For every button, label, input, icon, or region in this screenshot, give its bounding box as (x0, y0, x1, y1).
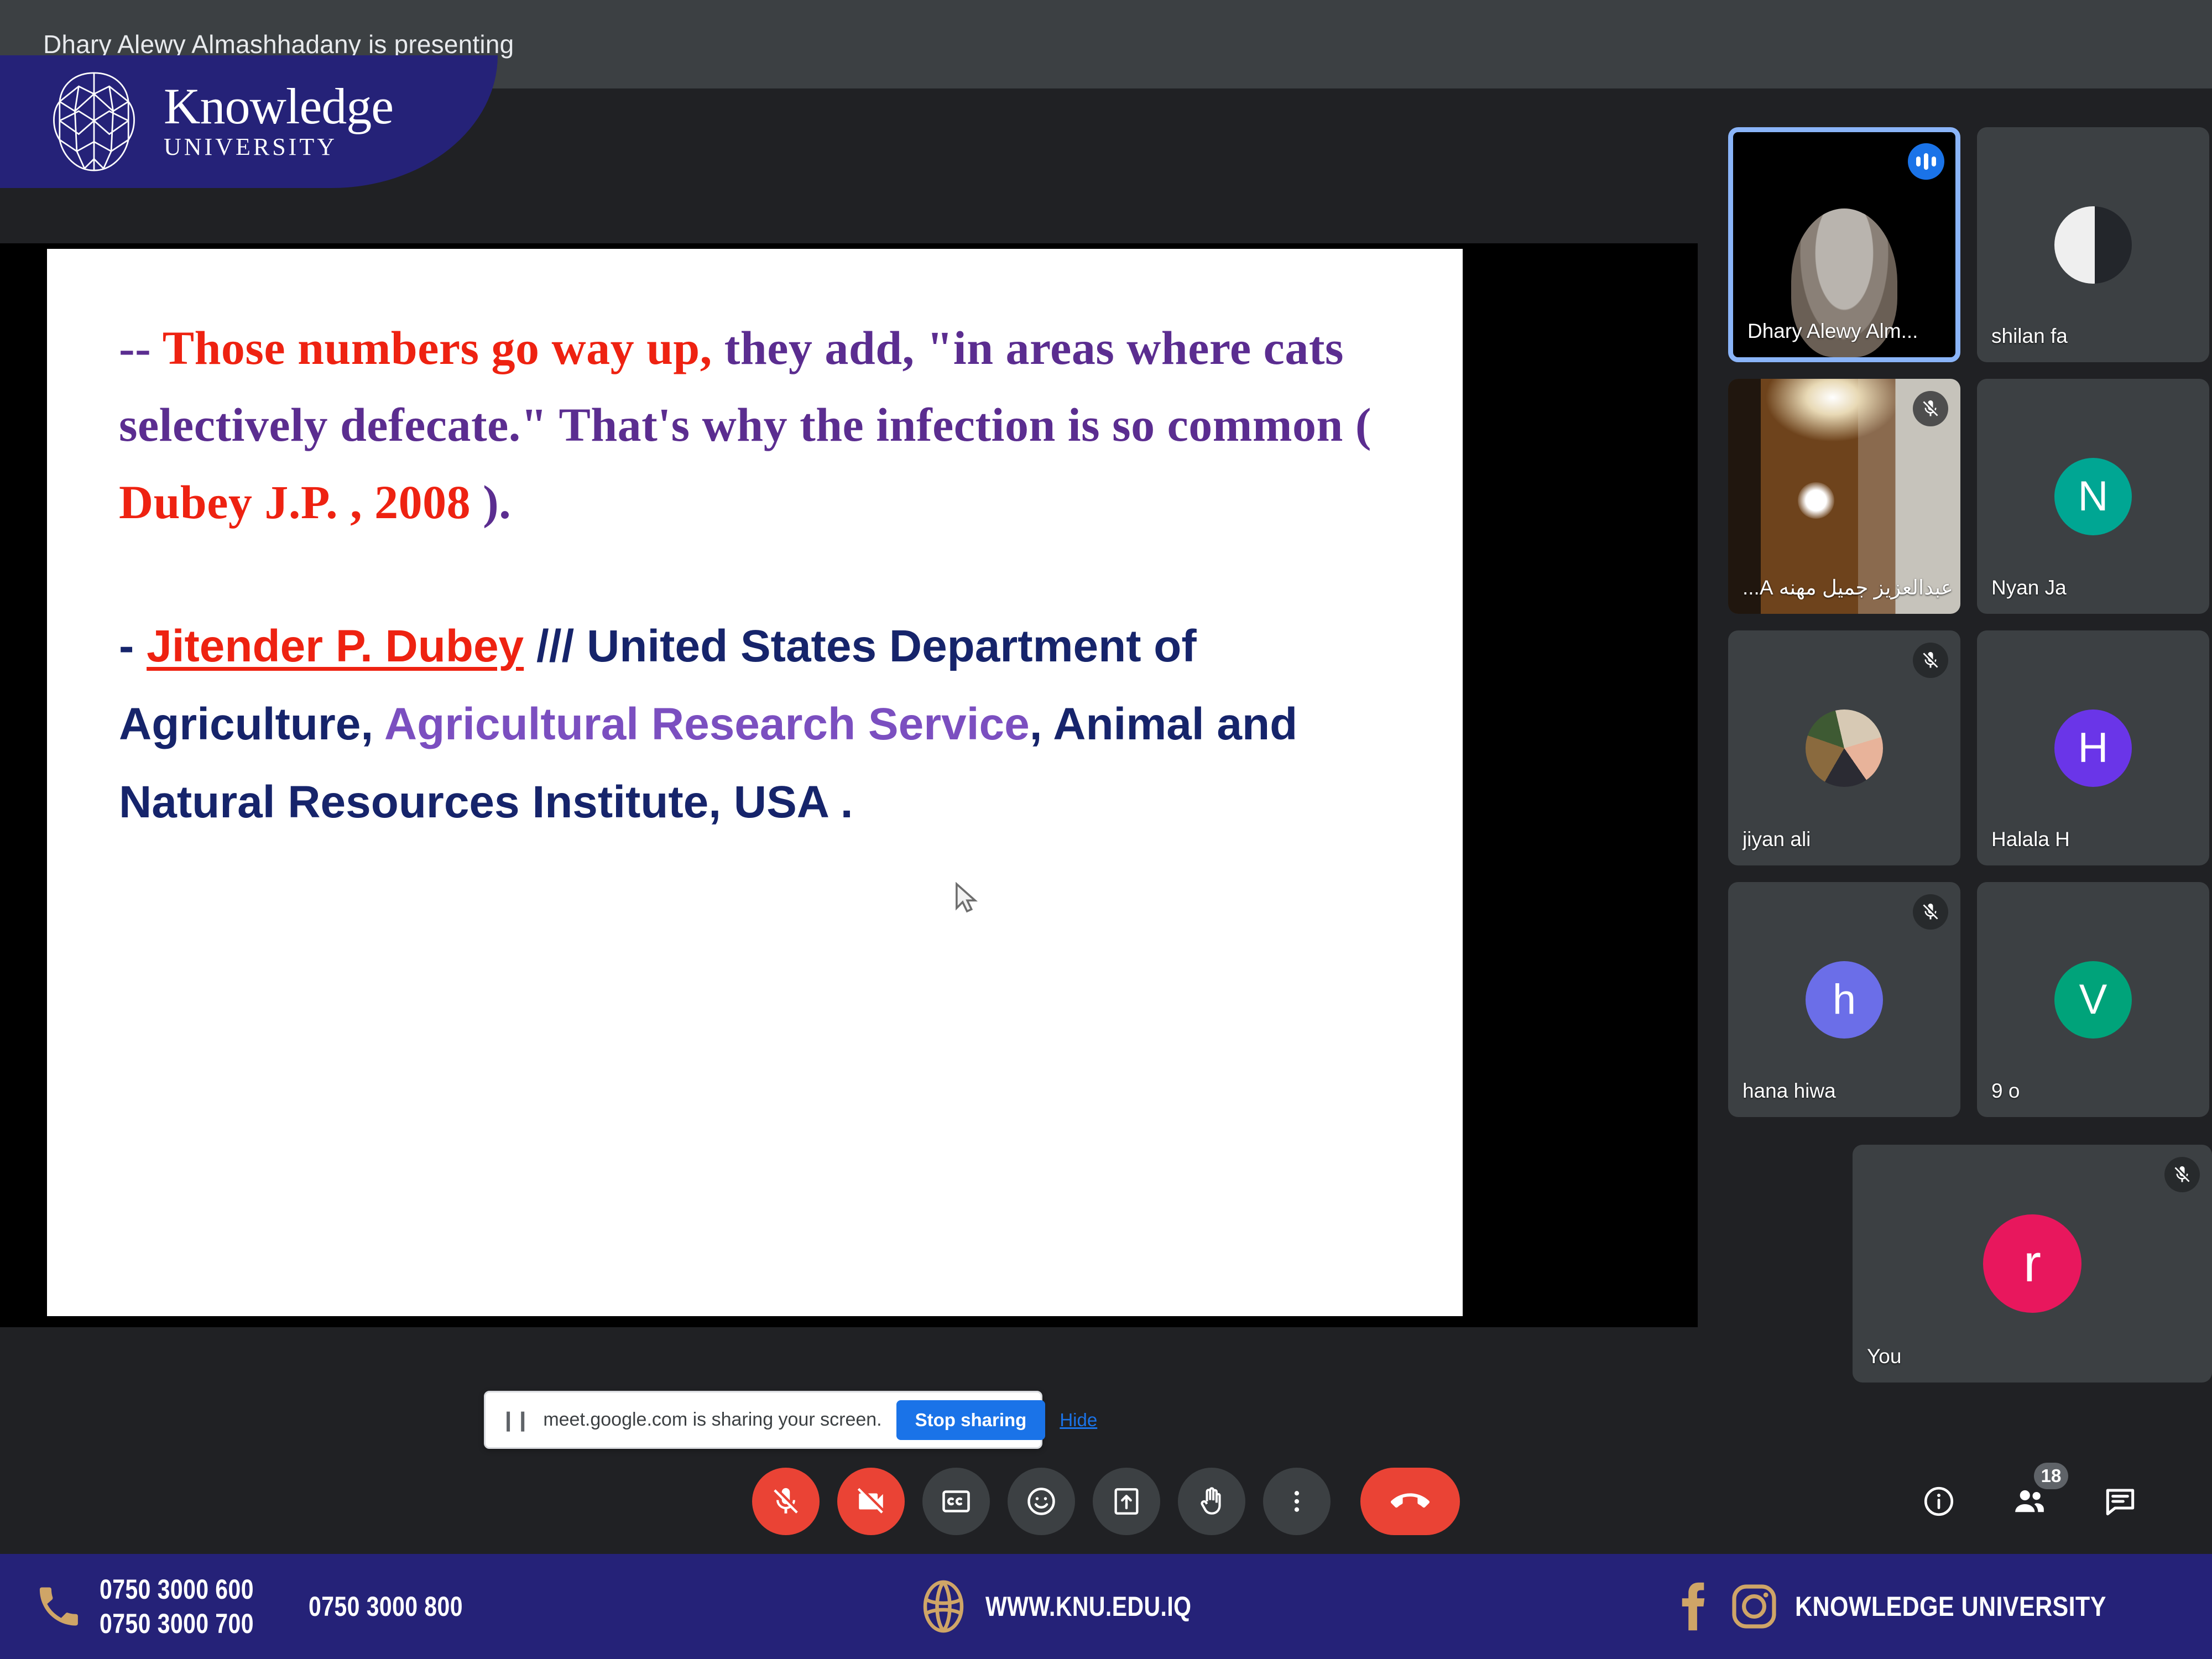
closed-captions-icon (942, 1490, 970, 1512)
participant-name: 9 o (1991, 1079, 2020, 1102)
meeting-control-bar: -oqje-nqt (0, 1449, 2212, 1554)
participant-avatar: V (2054, 961, 2132, 1039)
participant-name: Dhary Alewy Alm... (1747, 320, 1918, 342)
participant-tile-shilan[interactable]: shilan fa (1977, 127, 2209, 362)
camera-toggle-button[interactable] (837, 1468, 905, 1535)
ku-name-text: Knowledge (164, 77, 394, 134)
participant-count-badge: 18 (2034, 1463, 2068, 1489)
end-call-button[interactable] (1360, 1468, 1460, 1535)
raise-hand-button[interactable] (1178, 1468, 1245, 1535)
control-bar-center-group (752, 1468, 1460, 1535)
info-icon (1924, 1486, 1954, 1516)
globe-icon (923, 1580, 964, 1633)
participant-avatar: H (2054, 709, 2132, 787)
microphone-toggle-button[interactable] (752, 1468, 820, 1535)
screen-share-notification: ❙❙ meet.google.com is sharing your scree… (484, 1391, 1097, 1449)
phone-number-2: 0750 3000 700 (100, 1608, 254, 1639)
end-call-icon (1391, 1493, 1430, 1508)
participant-avatar (2054, 206, 2132, 284)
knowledge-university-logo-overlay: Knowledge UNIVERSITY (0, 55, 498, 188)
participant-tile-dhary[interactable]: Dhary Alewy Alm... (1728, 127, 1960, 362)
meeting-details-button[interactable] (1908, 1470, 1970, 1532)
phone-number-list: 0750 3000 600 0750 3000 700 (100, 1573, 288, 1640)
camera-off-icon (857, 1488, 883, 1514)
participant-name: jiyan ali (1743, 828, 1811, 851)
participant-avatar (1806, 709, 1883, 787)
microphone-off-icon (2164, 1157, 2200, 1192)
participant-tile-you[interactable]: r You (1853, 1145, 2212, 1383)
participant-name: shilan fa (1991, 325, 2068, 347)
participant-avatar: h (1806, 961, 1883, 1039)
participant-name: عبدالعزيز جميل مهنه A... (1743, 576, 1953, 599)
ku-subtitle-text: UNIVERSITY (164, 133, 337, 161)
participant-tile-hana[interactable]: h hana hiwa (1728, 882, 1960, 1117)
show-everyone-button[interactable]: 18 (1999, 1463, 2068, 1532)
knowledge-university-footer-banner: 0750 3000 600 0750 3000 700 0750 3000 80… (0, 1554, 2212, 1659)
control-bar-right-group: 18 (1908, 1463, 2151, 1532)
website-group: WWW.KNU.EDU.IQ (918, 1576, 1237, 1637)
microphone-off-icon (1913, 391, 1948, 426)
presenting-status-text: Dhary Alewy Almashhadany is presenting (43, 30, 514, 59)
participant-tile-9o[interactable]: V 9 o (1977, 882, 2209, 1117)
slide-paragraph-1: -- Those numbers go way up, they add, "i… (119, 310, 1391, 541)
hide-link[interactable]: Hide (1060, 1410, 1097, 1431)
phone-number-1: 0750 3000 600 (100, 1574, 254, 1605)
slide-paragraph-2: - Jitender P. Dubey /// United States De… (119, 607, 1391, 841)
p1-part-c: ). (471, 475, 512, 529)
chat-button[interactable] (2089, 1470, 2151, 1532)
p1-highlight-b: Dubey J.P. , 2008 (119, 475, 471, 529)
participant-tile-abdulaziz[interactable]: عبدالعزيز جميل مهنه A... (1728, 379, 1960, 614)
social-links-group: KNOWLEDGE UNIVERSITY (1673, 1581, 2157, 1632)
microphone-off-icon (1913, 643, 1948, 678)
present-screen-icon (1114, 1488, 1139, 1515)
participant-tile-jiyan[interactable]: jiyan ali (1728, 630, 1960, 865)
contact-phone-group: 0750 3000 600 0750 3000 700 0750 3000 80… (33, 1573, 497, 1640)
presentation-slide: -- Those numbers go way up, they add, "i… (47, 249, 1463, 1316)
participant-avatar: N (2054, 457, 2132, 535)
participant-tile-nyan[interactable]: N Nyan Ja (1977, 379, 2209, 614)
present-screen-button[interactable] (1093, 1468, 1160, 1535)
participant-name: hana hiwa (1743, 1079, 1836, 1102)
p1-part-a: -- (119, 321, 163, 374)
p2-part-a: - (119, 620, 147, 671)
captions-toggle-button[interactable] (922, 1468, 990, 1535)
share-message-text: meet.google.com is sharing your screen. (543, 1409, 882, 1430)
self-avatar: r (1983, 1214, 2081, 1313)
participant-rail: Dhary Alewy Alm... shilan fa عبدالعزيز ج… (1728, 127, 2212, 1421)
phone-number-3: 0750 3000 800 (309, 1591, 463, 1622)
phone-icon (39, 1587, 78, 1626)
raise-hand-icon (1201, 1487, 1221, 1515)
mouse-cursor (956, 882, 978, 913)
people-icon (2015, 1490, 2044, 1512)
participant-name: Nyan Ja (1991, 576, 2067, 599)
participant-name: Halala H (1991, 828, 2070, 851)
microphone-off-icon (1913, 894, 1948, 930)
reaction-button[interactable] (1008, 1468, 1075, 1535)
website-text: WWW.KNU.EDU.IQ (985, 1591, 1192, 1622)
emoji-icon (1027, 1488, 1055, 1515)
p2-author-name: Jitender P. Dubey (147, 620, 524, 671)
stop-sharing-button[interactable]: Stop sharing (896, 1400, 1046, 1440)
facebook-icon (1682, 1582, 1704, 1631)
participant-tile-halala[interactable]: H Halala H (1977, 630, 2209, 865)
more-options-button[interactable] (1263, 1468, 1331, 1535)
self-name: You (1867, 1345, 1902, 1368)
pause-icon: ❙❙ (500, 1408, 531, 1431)
shared-screen-frame[interactable]: -- Those numbers go way up, they add, "i… (0, 243, 1698, 1449)
ku-wordmark: Knowledge UNIVERSITY (164, 77, 394, 161)
chat-icon (2106, 1489, 2135, 1516)
p1-highlight-a: Those numbers go way up, (162, 321, 712, 374)
instagram-icon (1731, 1584, 1776, 1629)
active-speaker-icon (1908, 143, 1944, 180)
brain-logo-icon (53, 72, 135, 171)
microphone-off-icon (774, 1488, 798, 1514)
p2-service-name: Agricultural Research Service (384, 698, 1030, 749)
more-options-icon (1294, 1491, 1300, 1512)
social-label-text: KNOWLEDGE UNIVERSITY (1794, 1591, 2106, 1622)
